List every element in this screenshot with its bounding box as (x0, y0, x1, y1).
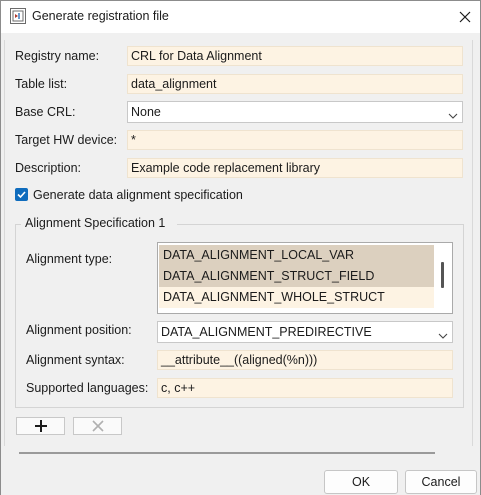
chevron-down-icon (438, 327, 448, 339)
group-border-right-top (177, 224, 463, 225)
simulink-app-icon (10, 8, 26, 24)
list-item[interactable]: DATA_ALIGNMENT_STRUCT_FIELD (159, 266, 434, 287)
cancel-button[interactable]: Cancel (405, 470, 477, 494)
alignment-syntax-label: Alignment syntax: (26, 353, 125, 367)
table-list-label: Table list: (15, 77, 68, 91)
alignment-type-label: Alignment type: (26, 252, 113, 266)
alignment-type-listbox[interactable]: DATA_ALIGNMENT_LOCAL_VAR DATA_ALIGNMENT_… (157, 242, 453, 314)
x-icon (91, 420, 104, 432)
target-hw-label: Target HW device: (15, 133, 118, 147)
horizontal-scrollbar[interactable] (19, 452, 435, 454)
group-border-left (15, 224, 16, 408)
target-hw-field[interactable]: * (127, 130, 463, 150)
group-border-bottom (15, 407, 464, 408)
description-label: Description: (15, 161, 81, 175)
listbox-scrollbar[interactable] (441, 262, 444, 288)
table-list-field[interactable]: data_alignment (127, 74, 463, 94)
remove-spec-button[interactable] (73, 417, 122, 435)
base-crl-value: None (131, 105, 161, 119)
generate-alignment-checkbox[interactable] (15, 188, 28, 201)
list-item[interactable]: DATA_ALIGNMENT_LOCAL_VAR (159, 245, 434, 266)
alignment-spec-group-title: Alignment Specification 1 (25, 216, 166, 230)
checkmark-icon (17, 191, 26, 199)
base-crl-label: Base CRL: (15, 105, 76, 119)
window-title: Generate registration file (32, 9, 169, 23)
registry-name-label: Registry name: (15, 49, 100, 63)
generate-alignment-label[interactable]: Generate data alignment specification (33, 188, 243, 202)
list-item[interactable]: DATA_ALIGNMENT_WHOLE_STRUCT (159, 287, 434, 308)
alignment-syntax-field[interactable]: __attribute__((aligned(%n))) (157, 350, 453, 370)
title-bar: Generate registration file (1, 1, 480, 33)
plus-icon (34, 420, 47, 432)
alignment-position-label: Alignment position: (26, 323, 132, 337)
close-icon[interactable] (453, 5, 477, 29)
ok-button[interactable]: OK (324, 470, 398, 494)
chevron-down-icon (448, 107, 458, 119)
base-crl-dropdown[interactable]: None (127, 101, 463, 123)
registry-name-field[interactable]: CRL for Data Alignment (127, 46, 463, 66)
add-spec-button[interactable] (16, 417, 65, 435)
alignment-position-dropdown[interactable]: DATA_ALIGNMENT_PREDIRECTIVE (157, 321, 453, 343)
supported-languages-field[interactable]: c, c++ (157, 378, 453, 398)
generate-registration-dialog: Generate registration file Registry name… (0, 0, 481, 495)
supported-languages-label: Supported languages: (26, 381, 149, 395)
description-field[interactable]: Example code replacement library (127, 158, 463, 178)
alignment-position-value: DATA_ALIGNMENT_PREDIRECTIVE (161, 325, 372, 339)
group-border-right (463, 224, 464, 408)
